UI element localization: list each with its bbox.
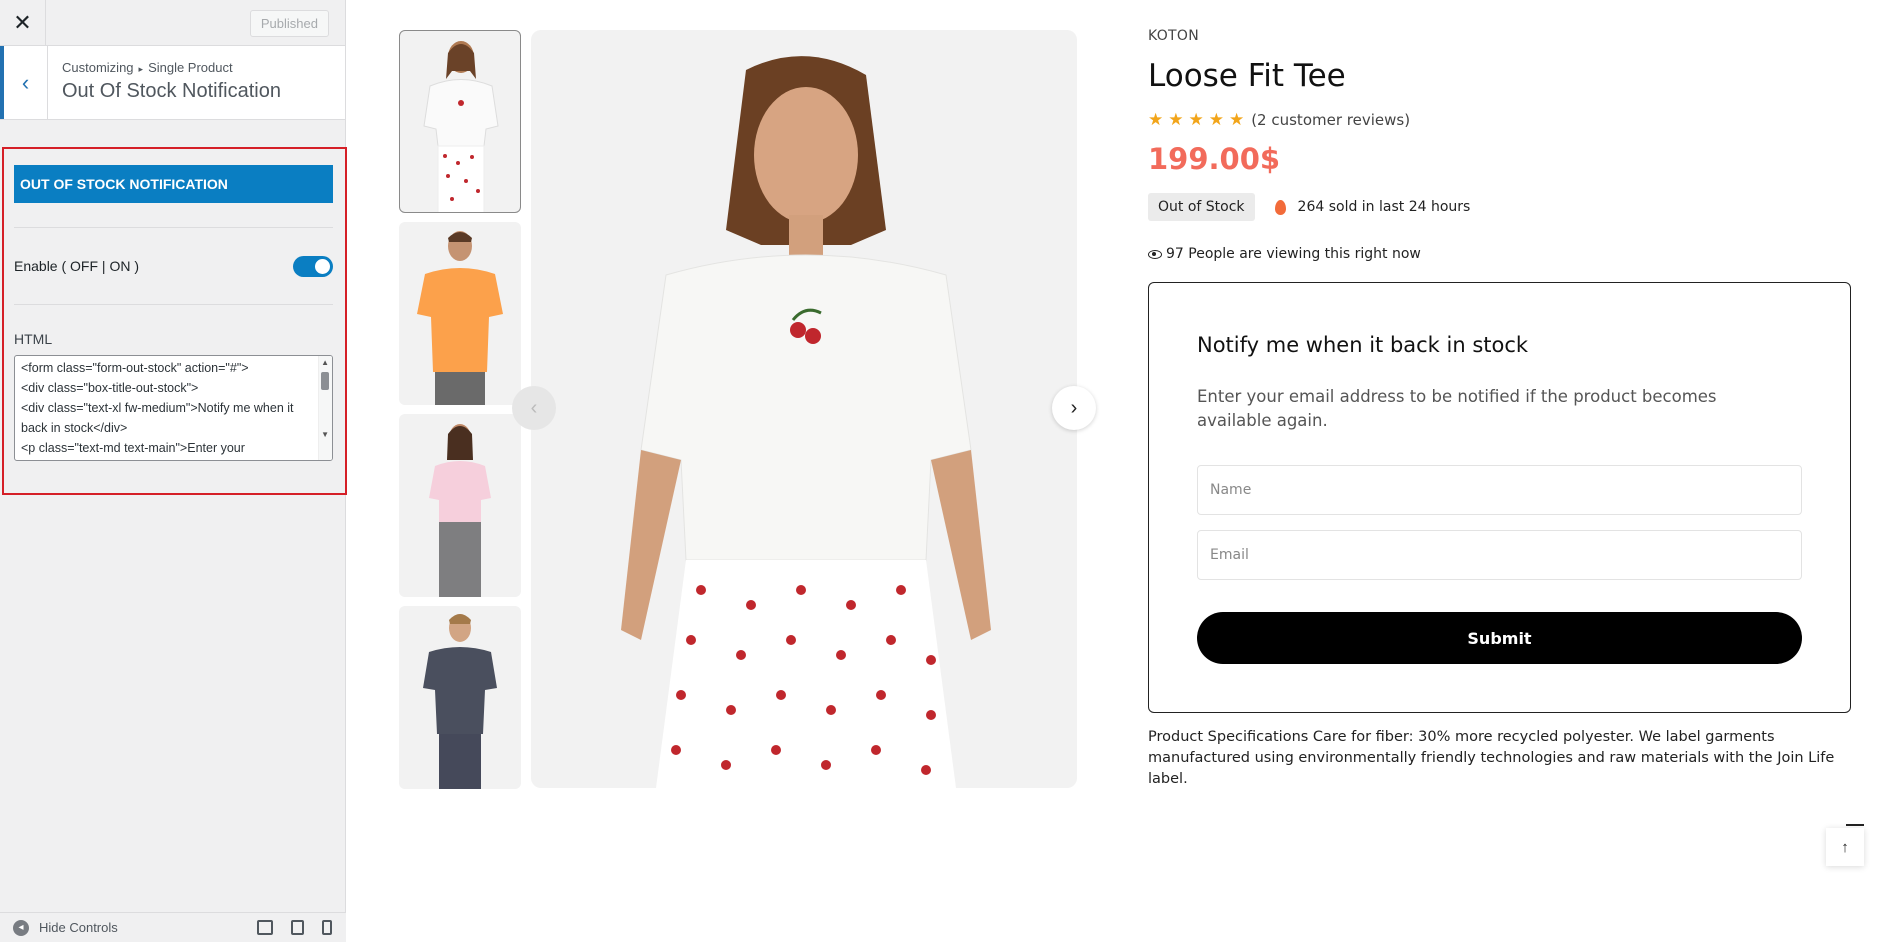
chevron-left-icon: ‹ [530, 396, 538, 419]
published-button[interactable]: Published [249, 10, 329, 37]
out-of-stock-notify-form: Notify me when it back in stock Enter yo… [1148, 282, 1851, 713]
name-input[interactable] [1197, 465, 1802, 515]
gallery-prev-button[interactable]: ‹ [512, 386, 556, 430]
stock-status-row: Out of Stock 264 sold in last 24 hours [1148, 193, 1470, 221]
close-icon: ✕ [13, 10, 32, 35]
tablet-preview-icon[interactable] [291, 920, 304, 935]
model-navy-tee-image [423, 614, 497, 789]
thumbnail-navy-tee[interactable] [399, 606, 521, 789]
thumbnail-orange-tee[interactable] [399, 222, 521, 405]
product-brand[interactable]: KOTON [1148, 28, 1199, 44]
textarea-scrollbar[interactable]: ▲ ▼ [318, 356, 332, 460]
html-textarea-content: <form class="form-out-stock" action="#">… [21, 361, 294, 455]
thumbnail-list [399, 30, 521, 798]
panel-heading: OUT OF STOCK NOTIFICATION [14, 165, 333, 203]
back-button[interactable]: ‹ [0, 46, 48, 119]
eye-icon [1148, 249, 1162, 259]
customizer-header: ✕ Published [0, 0, 345, 46]
product-rating: ★★★★★ (2 customer reviews) [1148, 110, 1410, 130]
mobile-preview-icon[interactable] [322, 920, 332, 935]
breadcrumb: Customizing ▸ Single Product [62, 60, 233, 75]
desktop-preview-icon[interactable] [257, 920, 273, 935]
main-product-image [531, 30, 1077, 788]
enable-toggle-label: Enable ( OFF | ON ) [14, 258, 139, 274]
product-specifications: Product Specifications Care for fiber: 3… [1148, 729, 1835, 787]
section-title-bar: ‹ Customizing ▸ Single Product Out Of Stoc… [0, 46, 345, 120]
breadcrumb-separator-icon: ▸ [138, 64, 144, 74]
hide-controls-button[interactable]: ◂ Hide Controls [13, 919, 118, 936]
scroll-thumb[interactable] [321, 372, 329, 390]
model-pink-tee-image [429, 424, 491, 597]
html-field-label: HTML [14, 331, 53, 347]
customizer-footer: ◂ Hide Controls [0, 912, 346, 942]
chevron-right-icon: › [1070, 396, 1078, 419]
enable-toggle-row: Enable ( OFF | ON ) [14, 228, 333, 304]
viewers-text: 97 People are viewing this right now [1166, 246, 1421, 262]
scroll-down-icon[interactable]: ▼ [321, 430, 329, 439]
divider [14, 304, 333, 305]
toggle-knob [315, 258, 330, 274]
notify-title: Notify me when it back in stock [1197, 333, 1529, 357]
review-count-link[interactable]: (2 customer reviews) [1251, 111, 1410, 129]
fire-icon [1274, 199, 1286, 215]
email-input[interactable] [1197, 530, 1802, 580]
sold-count-text: 264 sold in last 24 hours [1297, 199, 1471, 215]
gallery-next-button[interactable]: › [1052, 386, 1096, 430]
close-customizer-button[interactable]: ✕ [0, 0, 46, 46]
enable-toggle-switch[interactable] [293, 255, 333, 277]
model-orange-tee-image [417, 231, 503, 405]
collapse-icon: ◂ [13, 919, 29, 936]
out-of-stock-badge: Out of Stock [1148, 193, 1255, 221]
thumbnail-white-tee[interactable] [399, 30, 521, 213]
customizer-sidebar: ✕ Published ‹ Customizing ▸ Single Product… [0, 0, 347, 942]
arrow-up-icon: ↑ [1841, 838, 1849, 856]
model-main-image [621, 56, 991, 788]
section-title: Out Of Stock Notification [62, 80, 281, 102]
submit-button[interactable]: Submit [1197, 612, 1802, 664]
model-white-tee-image [423, 41, 499, 212]
breadcrumb-root: Customizing [62, 60, 134, 75]
star-rating-icon: ★★★★★ [1148, 110, 1250, 130]
html-textarea[interactable]: <form class="form-out-stock" action="#">… [14, 355, 333, 461]
viewers-row: 97 People are viewing this right now [1148, 246, 1421, 262]
hide-controls-label: Hide Controls [39, 920, 118, 935]
notify-description: Enter your email address to be notified … [1197, 387, 1717, 430]
scroll-up-icon[interactable]: ▲ [321, 358, 329, 367]
product-price: 199.00$ [1148, 142, 1281, 176]
device-preview-switcher [257, 920, 332, 935]
breadcrumb-leaf: Single Product [148, 60, 233, 75]
thumbnail-pink-tee[interactable] [399, 414, 521, 597]
product-title: Loose Fit Tee [1148, 58, 1346, 94]
chevron-left-icon: ‹ [21, 69, 30, 95]
out-of-stock-settings-panel: OUT OF STOCK NOTIFICATION Enable ( OFF |… [2, 147, 347, 495]
back-to-top-button[interactable]: ↑ [1826, 824, 1864, 866]
